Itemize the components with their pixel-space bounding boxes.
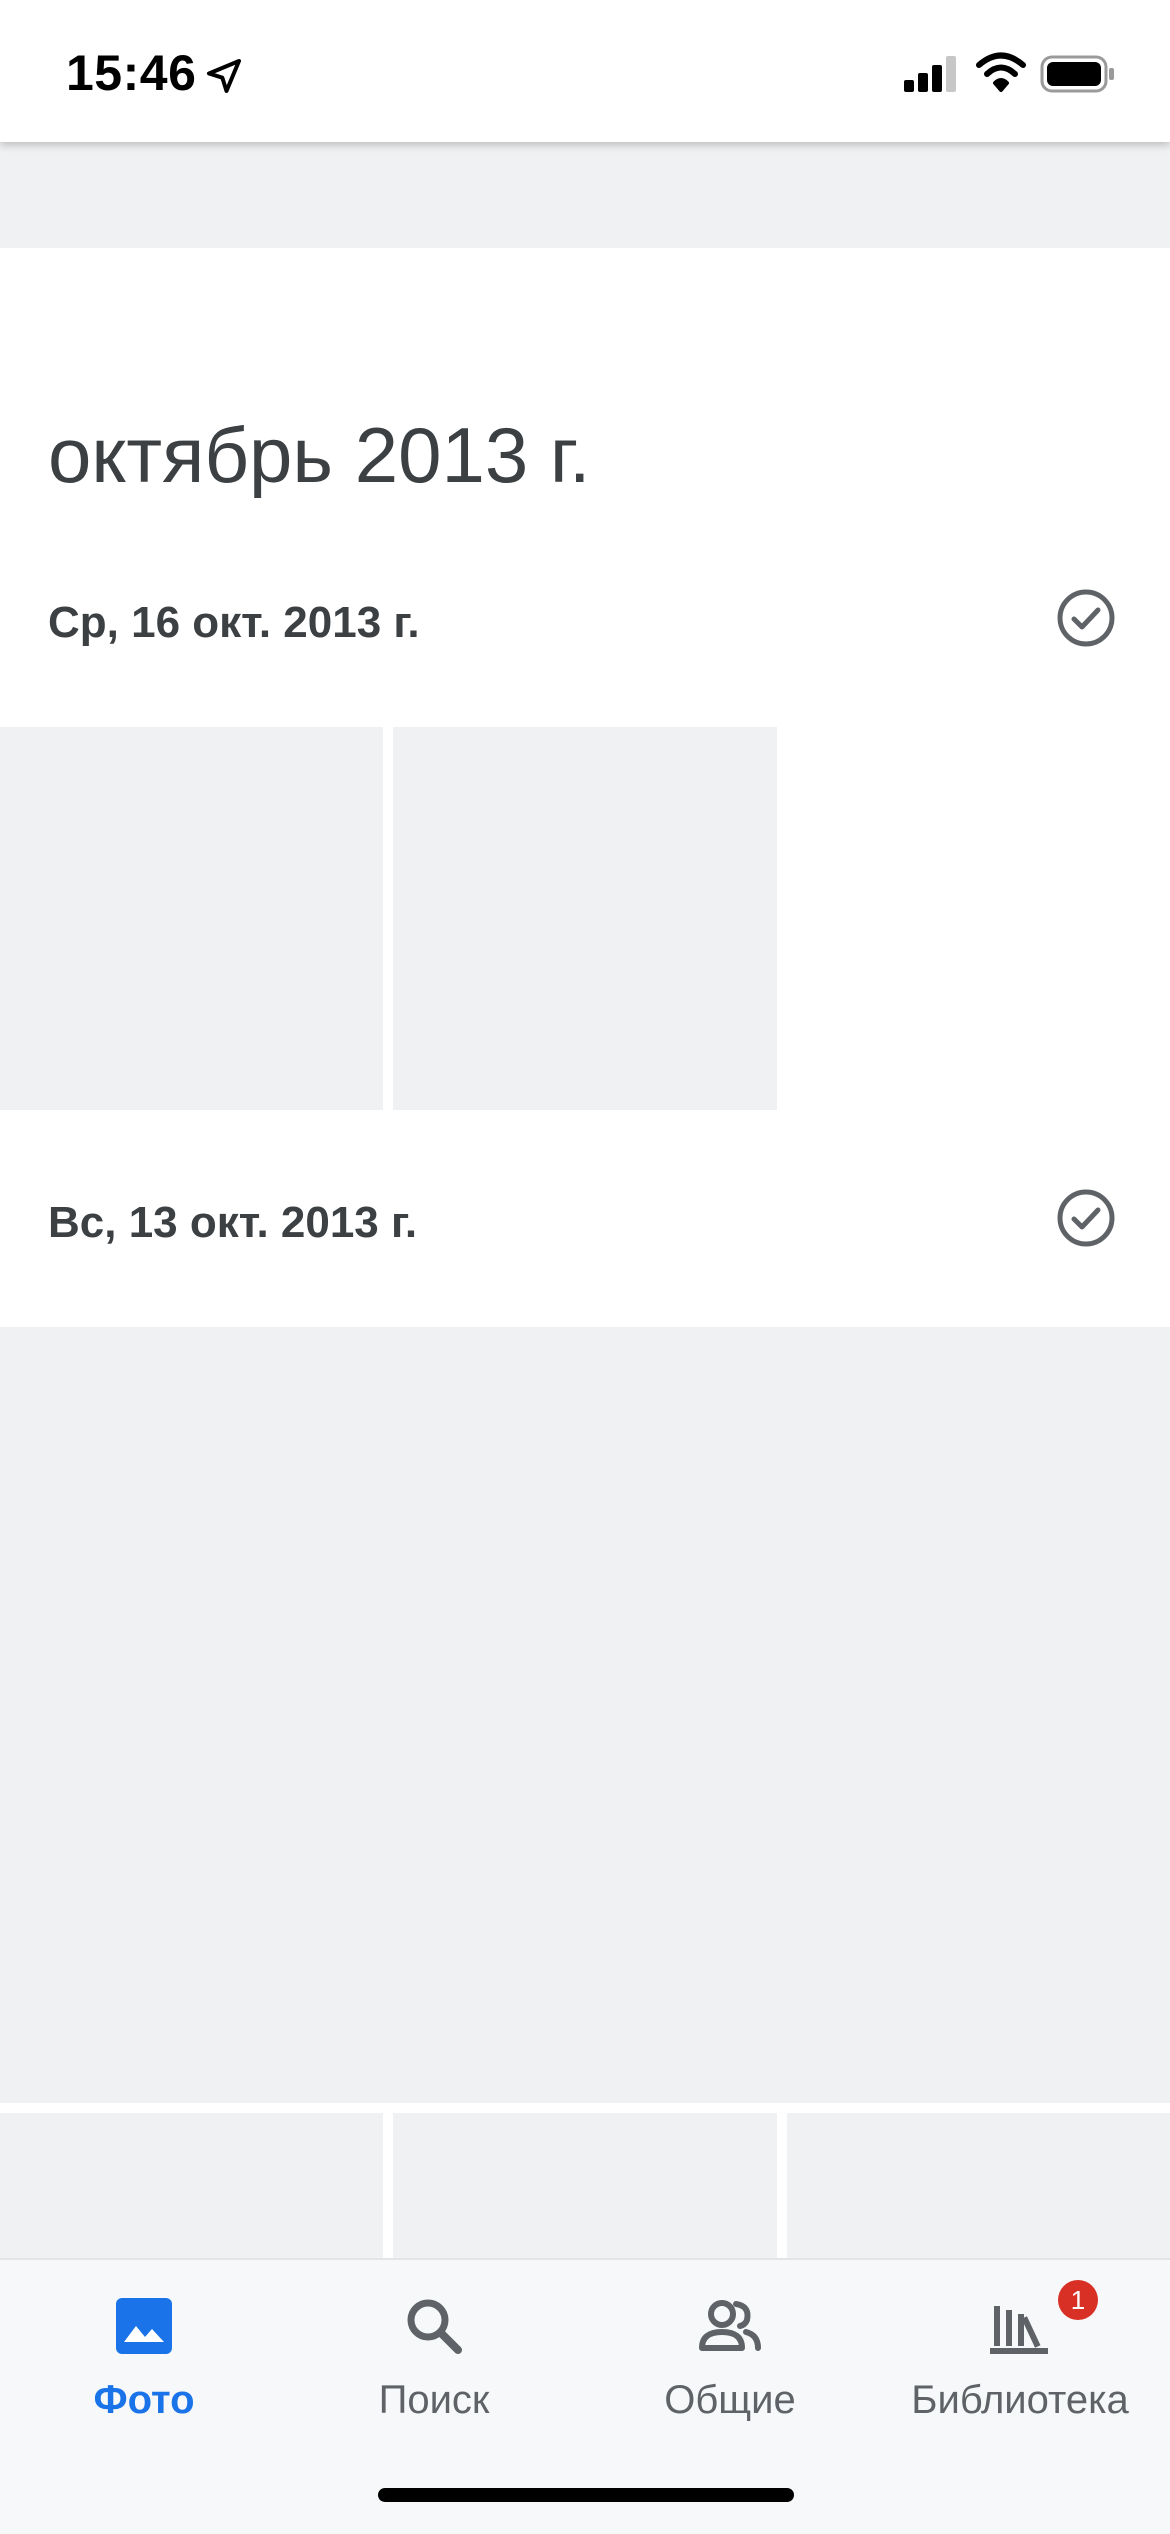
nav-tab-search[interactable]: Поиск xyxy=(334,2260,534,2440)
battery-icon xyxy=(1040,55,1114,93)
photo-thumbnail[interactable] xyxy=(393,727,777,1110)
search-icon xyxy=(407,2299,462,2354)
location-arrow-icon xyxy=(207,59,241,93)
notification-badge: 1 xyxy=(1058,2280,1098,2320)
library-icon xyxy=(990,2306,1048,2354)
photo-thumbnail[interactable] xyxy=(0,2113,383,2273)
loading-placeholder-band xyxy=(0,142,1170,248)
day-date-label: Вс, 13 окт. 2013 г. xyxy=(48,1198,418,1247)
photo-thumbnail[interactable] xyxy=(0,727,383,1110)
photo-icon xyxy=(116,2298,172,2354)
month-title: октябрь 2013 г. xyxy=(48,411,591,499)
check-circle-icon[interactable] xyxy=(1054,1186,1118,1250)
nav-label: Поиск xyxy=(378,2378,490,2422)
status-time: 15:46 xyxy=(66,45,197,101)
nav-label: Общие xyxy=(664,2378,796,2422)
nav-tab-photos[interactable]: Фото xyxy=(44,2260,244,2440)
day-date-label: Ср, 16 окт. 2013 г. xyxy=(48,598,420,647)
day-header: Ср, 16 окт. 2013 г. xyxy=(0,586,1170,666)
day-header: Вс, 13 окт. 2013 г. xyxy=(0,1186,1170,1266)
wifi-icon xyxy=(976,52,1026,92)
nav-tab-library[interactable]: 1 Библиотека xyxy=(900,2260,1140,2440)
people-icon xyxy=(699,2300,761,2351)
status-bar: 15:46 xyxy=(0,0,1170,142)
cellular-signal-icon xyxy=(904,56,956,92)
check-circle-icon[interactable] xyxy=(1054,586,1118,650)
nav-tab-sharing[interactable]: Общие xyxy=(630,2260,830,2440)
photo-thumbnail[interactable] xyxy=(0,1327,1170,2103)
photo-thumbnail[interactable] xyxy=(787,2113,1170,2273)
photo-thumbnail[interactable] xyxy=(393,2113,777,2273)
nav-label: Библиотека xyxy=(911,2378,1129,2422)
nav-label: Фото xyxy=(93,2378,195,2422)
home-indicator[interactable] xyxy=(378,2488,794,2502)
